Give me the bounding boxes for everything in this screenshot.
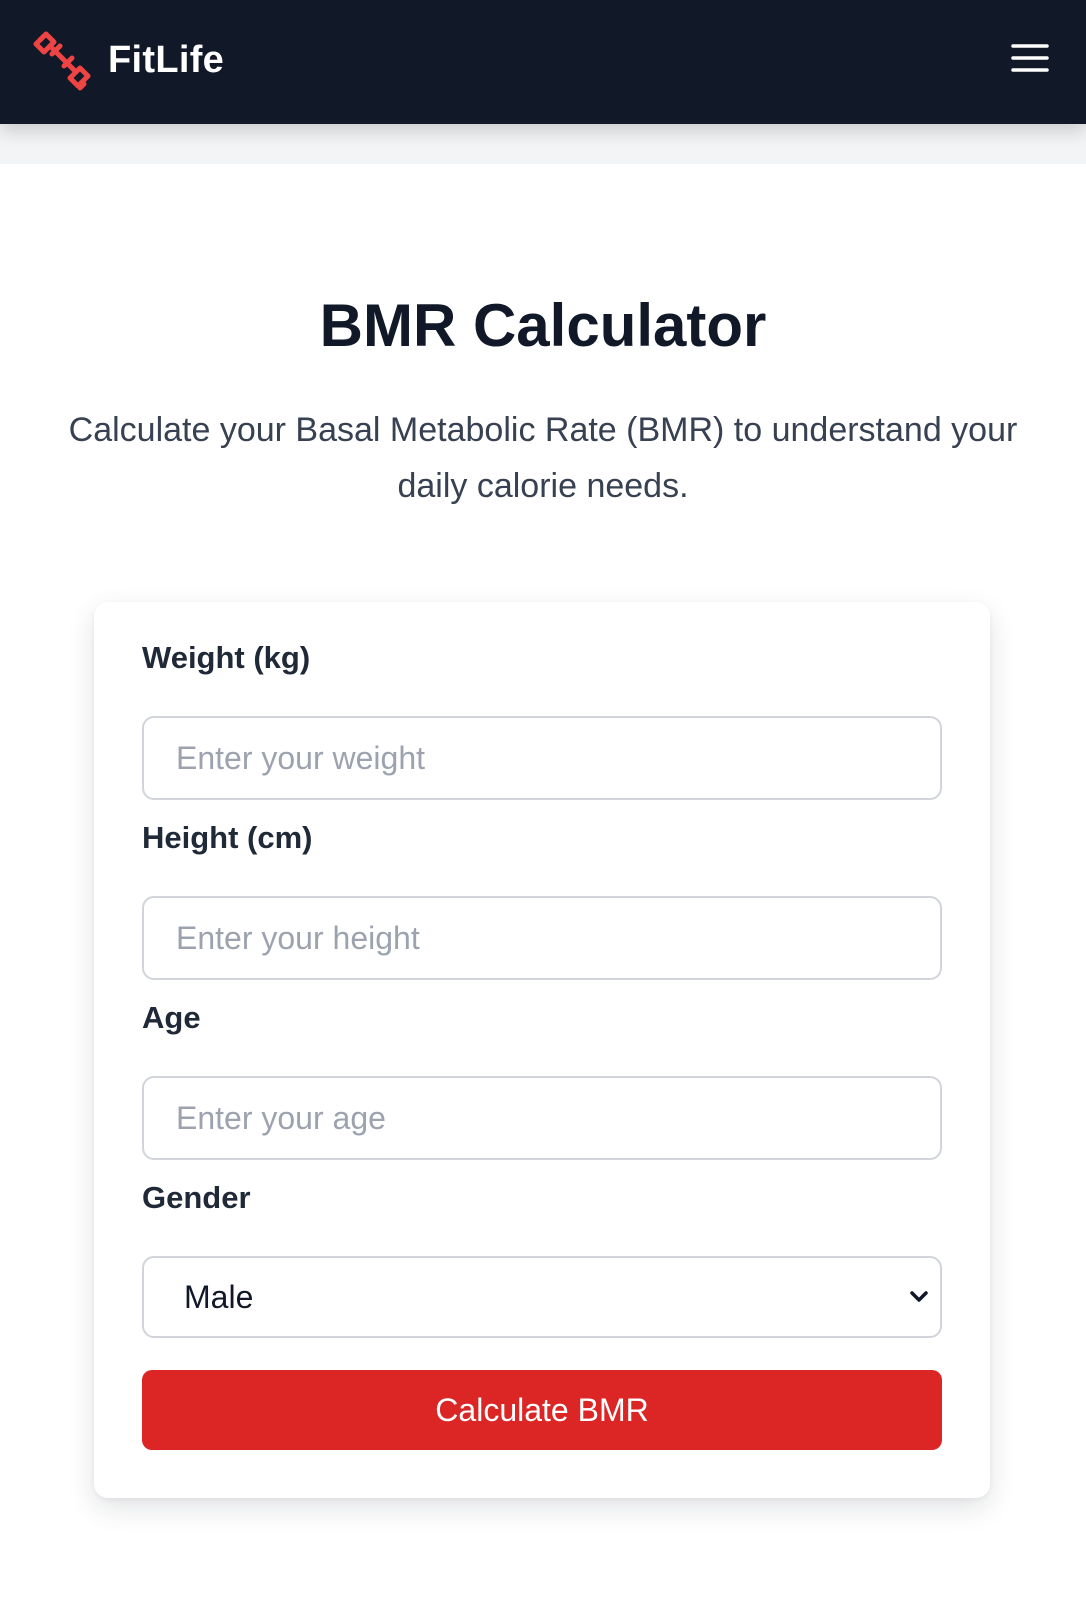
gender-label: Gender — [142, 1180, 251, 1215]
brand-name: FitLife — [108, 38, 225, 81]
calculate-bmr-button[interactable]: Calculate BMR — [142, 1370, 942, 1450]
bmr-form-card: Weight (kg) Height (cm) Age Gender Male … — [94, 602, 990, 1498]
height-label: Height (cm) — [142, 820, 313, 855]
gender-select-wrapper: Male — [142, 1256, 942, 1338]
age-label: Age — [142, 1000, 201, 1035]
top-navbar: FitLife — [0, 0, 1086, 124]
age-input[interactable] — [142, 1076, 942, 1160]
weight-label: Weight (kg) — [142, 640, 311, 675]
height-input[interactable] — [142, 896, 942, 980]
hero-section: BMR Calculator Calculate your Basal Meta… — [0, 290, 1086, 514]
page-title: BMR Calculator — [319, 292, 767, 359]
weight-input[interactable] — [142, 716, 942, 800]
dumbbell-icon — [33, 31, 91, 91]
menu-button[interactable] — [1010, 40, 1050, 76]
page-subtitle: Calculate your Basal Metabolic Rate (BMR… — [68, 411, 1018, 505]
header-shadow-band — [0, 124, 1086, 164]
hamburger-menu-icon — [1011, 44, 1049, 72]
gender-select[interactable]: Male — [142, 1256, 942, 1338]
brand-logo-link[interactable]: FitLife — [30, 28, 224, 92]
